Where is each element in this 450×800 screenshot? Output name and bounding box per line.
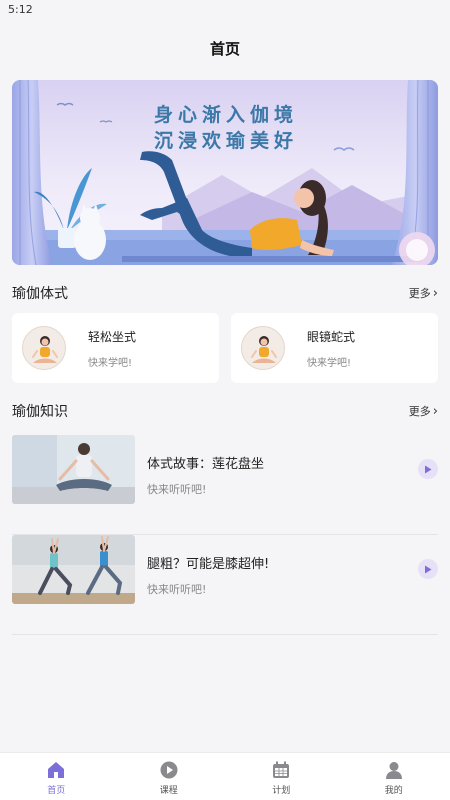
- user-icon: [385, 762, 402, 779]
- tab-courses[interactable]: 课程: [113, 753, 226, 800]
- tab-label: 首页: [47, 786, 66, 796]
- play-button[interactable]: [418, 559, 438, 579]
- tab-label: 我的: [384, 786, 403, 796]
- warrior-pose-image: [12, 535, 135, 604]
- pose-card-cobra[interactable]: 眼镜蛇式 快来学吧!: [231, 313, 438, 383]
- knowledge-title: 体式故事：莲花盘坐: [147, 457, 265, 472]
- banner-headline-2: 沉浸欢瑜美好: [154, 130, 299, 152]
- pose-card-easy-seat[interactable]: 轻松坐式 快来学吧!: [12, 313, 219, 383]
- knowledge-item-knee[interactable]: 腿粗？可能是膝超伸! 快来听听吧!: [12, 535, 438, 635]
- knowledge-section-title: 瑜伽知识: [12, 404, 68, 420]
- poses-more-link[interactable]: 更多 ›: [409, 285, 438, 301]
- pose-name: 眼镜蛇式: [307, 329, 356, 344]
- more-label: 更多: [408, 287, 431, 300]
- nav-bar: 首页: [0, 22, 450, 74]
- pose-subtitle: 快来学吧!: [88, 357, 133, 369]
- home-icon: [48, 762, 65, 778]
- knowledge-section-header: 瑜伽知识 更多 ›: [12, 399, 438, 423]
- banner-headline-1: 身心渐入伽境: [154, 104, 299, 126]
- status-time: 5:12: [8, 3, 33, 16]
- play-circle-icon: [160, 761, 178, 779]
- knowledge-title: 腿粗？可能是膝超伸!: [147, 557, 270, 572]
- calendar-icon: [273, 761, 290, 778]
- poses-list: 轻松坐式 快来学吧! 眼镜蛇式 快来学吧!: [12, 313, 438, 383]
- lotus-pose-image: [12, 435, 135, 504]
- status-bar: 5:12: [0, 0, 450, 22]
- tab-label: 课程: [159, 786, 178, 796]
- tab-plan[interactable]: 计划: [225, 753, 338, 800]
- tab-home[interactable]: 首页: [0, 753, 113, 800]
- tab-mine[interactable]: 我的: [338, 753, 450, 800]
- more-label: 更多: [408, 405, 431, 418]
- poses-section-header: 瑜伽体式 更多 ›: [12, 281, 438, 305]
- knowledge-subtitle: 快来听听吧!: [147, 583, 207, 596]
- knowledge-thumbnail: [12, 535, 135, 604]
- pose-avatar: [22, 326, 66, 370]
- pose-name: 轻松坐式: [88, 329, 137, 344]
- play-icon: [425, 465, 432, 473]
- chevron-right-icon: ›: [432, 403, 438, 419]
- yoga-banner[interactable]: 身心渐入伽境 沉浸欢瑜美好: [12, 80, 438, 265]
- play-icon: [425, 565, 432, 573]
- knowledge-item-lotus[interactable]: 体式故事：莲花盘坐 快来听听吧!: [12, 435, 438, 535]
- pose-avatar: [241, 326, 285, 370]
- yoga-woman-icon: [32, 336, 58, 363]
- knowledge-more-link[interactable]: 更多 ›: [409, 403, 438, 419]
- knowledge-subtitle: 快来听听吧!: [147, 483, 207, 496]
- tab-label: 计划: [272, 786, 291, 796]
- pose-subtitle: 快来学吧!: [307, 357, 352, 369]
- bottom-tab-bar: 首页 课程 计划 我的: [0, 752, 450, 800]
- yoga-woman-icon: [251, 336, 277, 363]
- chevron-right-icon: ›: [432, 285, 438, 301]
- page-title: 首页: [209, 39, 240, 58]
- knowledge-thumbnail: [12, 435, 135, 504]
- play-button[interactable]: [418, 459, 438, 479]
- poses-section-title: 瑜伽体式: [12, 286, 68, 302]
